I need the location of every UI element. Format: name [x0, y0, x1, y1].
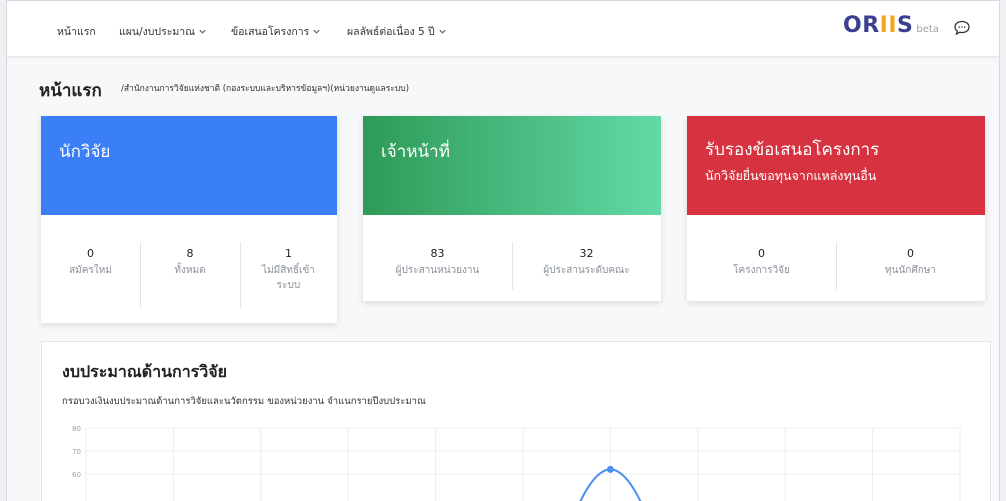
card-header: รับรองข้อเสนอโครงการ นักวิจัยยื่นขอทุนจา… [687, 116, 985, 215]
chevron-down-icon [313, 29, 320, 34]
nav-item-proposals[interactable]: ข้อเสนอโครงการ [231, 23, 321, 40]
data-point[interactable] [606, 465, 614, 473]
nav-item-label: ข้อเสนอโครงการ [231, 26, 310, 38]
y-tick-label: 60 [72, 471, 81, 479]
brand-logo[interactable]: ORIIS beta [843, 13, 939, 38]
stat-label: สมัครใหม่ [69, 265, 112, 276]
y-tick-label: 80 [72, 425, 81, 433]
nav-item-label: ผลลัพธ์ต่อเนื่อง 5 ปี [347, 26, 435, 38]
stat-label: ไม่มีสิทธิ์เข้า ระบบ [262, 265, 315, 291]
stat-unit-coordinators[interactable]: 83 ผู้ประสานหน่วยงาน [363, 215, 512, 278]
nav-item-home[interactable]: หน้าแรก [57, 23, 96, 40]
stat-value: 32 [579, 247, 594, 260]
stat-no-access[interactable]: 1 ไม่มีสิทธิ์เข้า ระบบ [240, 215, 337, 293]
stat-student-grants[interactable]: 0 ทุนนักศึกษา [836, 215, 985, 278]
chevron-down-icon [199, 29, 206, 34]
stat-value: 8 [186, 247, 194, 260]
card-subtitle: นักวิจัยยื่นขอทุนจากแหล่งทุนอื่น [705, 168, 877, 183]
page-title: หน้าแรก [39, 81, 102, 101]
brand-letter: S [897, 13, 914, 38]
stat-value: 0 [758, 247, 765, 260]
section-title: งบประมาณด้านการวิจัย [62, 362, 227, 381]
section-subtitle: กรอบวงเงินงบประมาณด้านการวิจัยและนวัตกรร… [62, 396, 426, 407]
y-tick-label: 70 [72, 448, 81, 456]
stat-total[interactable]: 8 ทั้งหมด [140, 215, 240, 278]
brand-beta-tag: beta [916, 24, 939, 35]
stat-value: 83 [430, 247, 445, 260]
staff-card: เจ้าหน้าที่ 83 ผู้ประสานหน่วยงาน 32 ผู้ป… [363, 116, 661, 301]
card-title: นักวิจัย [59, 142, 111, 162]
app-window: หน้าแรก แผน/งบประมาณ ข้อเสนอโครงการ ผลลั… [6, 0, 1000, 501]
nav-item-label: แผน/งบประมาณ [119, 26, 195, 38]
stat-label: ผู้ประสานหน่วยงาน [395, 265, 480, 276]
brand-letter: O [843, 13, 863, 38]
chevron-down-icon [439, 29, 446, 34]
chat-bubble-icon[interactable] [953, 19, 971, 37]
nav-item-plan-budget[interactable]: แผน/งบประมาณ [119, 23, 207, 40]
stat-research-projects[interactable]: 0 โครงการวิจัย [687, 215, 836, 278]
top-navbar: หน้าแรก แผน/งบประมาณ ข้อเสนอโครงการ ผลลั… [7, 1, 999, 57]
card-title: เจ้าหน้าที่ [381, 142, 450, 162]
nav-item-label: หน้าแรก [57, 26, 96, 38]
card-title: รับรองข้อเสนอโครงการ [705, 140, 880, 160]
breadcrumb: /สำนักงานการวิจัยแห่งชาติ (กองระบบและบริ… [121, 84, 410, 94]
stat-label: ทั้งหมด [174, 265, 206, 276]
proposal-certification-card: รับรองข้อเสนอโครงการ นักวิจัยยื่นขอทุนจา… [687, 116, 985, 301]
stat-label: ทุนนักศึกษา [885, 265, 936, 276]
brand-letter: R [862, 13, 880, 38]
stat-value: 0 [87, 247, 94, 260]
nav-item-outcomes-5y[interactable]: ผลลัพธ์ต่อเนื่อง 5 ปี [347, 23, 447, 40]
stat-value: 1 [285, 247, 292, 260]
stat-label: ผู้ประสานระดับคณะ [543, 265, 630, 276]
stat-label: โครงการวิจัย [733, 265, 790, 276]
stat-new-applicants[interactable]: 0 สมัครใหม่ [41, 215, 140, 278]
budget-line-chart: 80 70 60 [72, 425, 961, 501]
researchers-card: นักวิจัย 0 สมัครใหม่ 8 ทั้งหมด 1 ไม่มีสิ… [41, 116, 337, 323]
card-header: นักวิจัย [41, 116, 337, 215]
research-budget-panel: งบประมาณด้านการวิจัย กรอบวงเงินงบประมาณด… [41, 341, 991, 501]
stat-value: 0 [907, 247, 914, 260]
brand-letter: II [879, 13, 898, 38]
stat-faculty-coordinators[interactable]: 32 ผู้ประสานระดับคณะ [512, 215, 661, 278]
card-header: เจ้าหน้าที่ [363, 116, 661, 215]
